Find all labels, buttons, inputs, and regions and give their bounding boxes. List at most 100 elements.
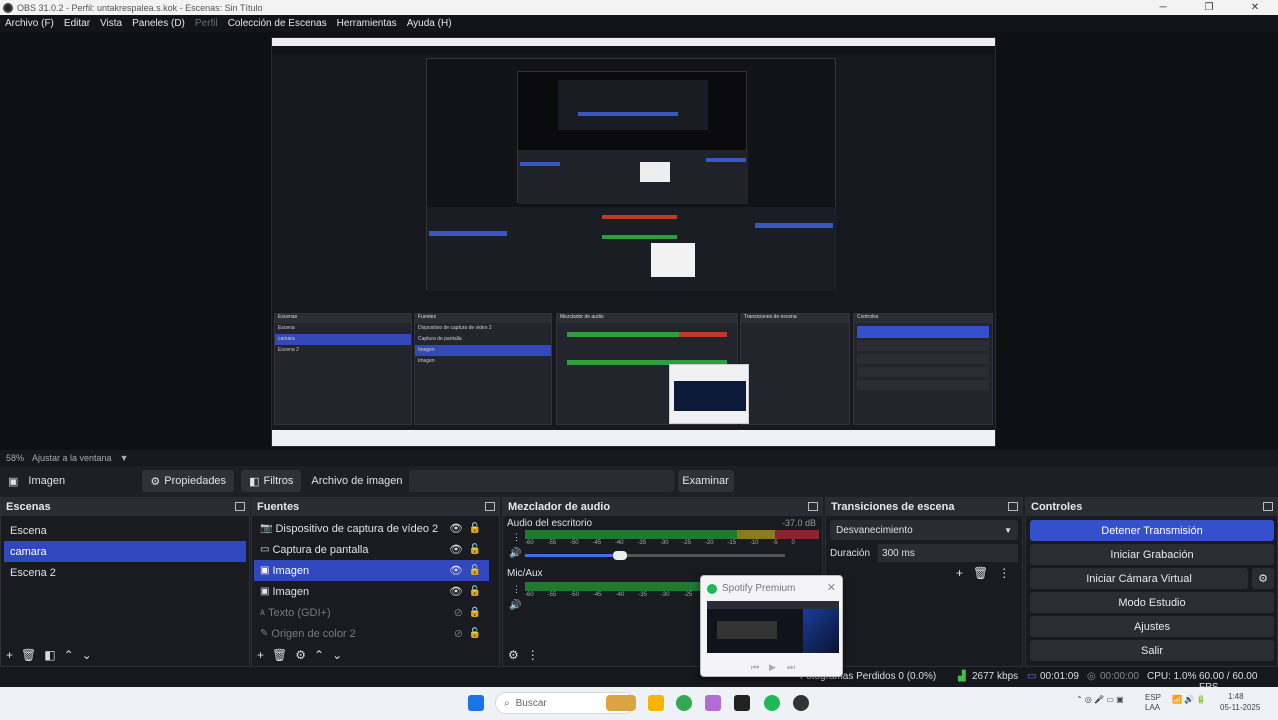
sources-dock: Fuentes 📷 Dispositivo de captura de víde…	[251, 497, 500, 667]
lock-open-icon[interactable]: 🔓	[469, 544, 481, 555]
settings-button[interactable]: Ajustes	[1030, 616, 1274, 637]
transition-select[interactable]: Desvanecimiento ▼	[830, 520, 1018, 540]
studio-mode-button[interactable]: Modo Estudio	[1030, 592, 1274, 613]
add-icon[interactable]: +	[257, 648, 264, 662]
tray-icons[interactable]: ⌃ ◎ 🎤 ▭ ▣	[1076, 695, 1124, 704]
duration-field[interactable]: 300 ms	[878, 544, 1018, 562]
trash-icon[interactable]: 🗑	[973, 566, 988, 580]
up-icon[interactable]: ⌃	[64, 648, 74, 662]
menu-herramientas[interactable]: Herramientas	[332, 18, 402, 29]
zoom-mode[interactable]: Ajustar a la ventana	[32, 453, 112, 463]
up-icon[interactable]: ⌃	[314, 648, 324, 662]
lock-open-icon[interactable]: 🔓	[469, 565, 481, 576]
play-icon[interactable]: ▶	[769, 662, 776, 673]
app-icon[interactable]	[705, 695, 721, 711]
float-icon[interactable]	[1008, 502, 1018, 511]
filters-button[interactable]: ◧ Filtros	[241, 470, 302, 492]
source-label: Captura de pantalla	[272, 543, 369, 556]
source-item[interactable]: ▣ Imagen 👁 🔓	[254, 560, 489, 581]
sources-title: Fuentes	[257, 501, 300, 513]
volume-slider[interactable]	[525, 551, 785, 560]
minimize-button[interactable]: ─	[1140, 0, 1186, 15]
start-recording-button[interactable]: Iniciar Grabación	[1030, 544, 1274, 565]
scene-item[interactable]: camara	[4, 541, 246, 562]
window-title: OBS 31.0.2 - Perfil: untakrespalea.s.kok…	[17, 2, 263, 13]
float-icon[interactable]	[485, 502, 495, 511]
float-icon[interactable]	[808, 502, 818, 511]
lock-open-icon[interactable]: 🔓	[469, 586, 481, 597]
obs-icon[interactable]	[793, 695, 809, 711]
stop-stream-button[interactable]: Detener Transmisión	[1030, 520, 1274, 541]
spotify-icon[interactable]	[764, 695, 780, 711]
gear-icon[interactable]: ⚙	[295, 648, 306, 662]
properties-button[interactable]: ⚙ Propiedades	[142, 470, 235, 492]
close-icon[interactable]: ✕	[827, 581, 836, 594]
spotify-preview-popup[interactable]: Spotify Premium ✕ ⏮ ▶ ⏭	[700, 575, 843, 677]
widget-icon[interactable]	[606, 695, 636, 711]
eye-off-icon[interactable]: ⊘	[454, 627, 463, 640]
menu-ayuda[interactable]: Ayuda (H)	[402, 18, 457, 29]
speaker-icon[interactable]: 🔊	[509, 548, 521, 559]
nested-menu-bar	[272, 46, 995, 54]
menu-vista[interactable]: Vista	[95, 18, 127, 29]
gear-icon[interactable]: ⚙	[508, 648, 519, 662]
menu-perfil[interactable]: Perfil	[190, 18, 223, 29]
kebab-icon[interactable]: ⋮	[512, 584, 521, 595]
terminal-icon[interactable]	[734, 695, 750, 711]
trash-icon[interactable]: 🗑	[272, 648, 287, 662]
menu-archivo[interactable]: Archivo (F)	[0, 18, 59, 29]
meter-ticks: -60-55-50-45-40-35-30-25-20	[525, 592, 715, 598]
kebab-icon[interactable]: ⋮	[998, 566, 1010, 580]
clock-time[interactable]: 1:48	[1228, 692, 1244, 701]
source-item[interactable]: 📷 Dispositivo de captura de vídeo 2 👁 🔓	[254, 518, 489, 539]
virtual-camera-button[interactable]: Iniciar Cámara Virtual	[1030, 568, 1248, 589]
add-icon[interactable]: +	[956, 566, 963, 580]
eye-icon[interactable]: 👁	[449, 522, 463, 535]
lock-icon[interactable]: 🔒	[469, 607, 481, 618]
lock-open-icon[interactable]: 🔓	[469, 628, 481, 639]
image-file-field[interactable]	[408, 470, 674, 492]
menu-editar[interactable]: Editar	[59, 18, 95, 29]
add-icon[interactable]: +	[6, 648, 13, 662]
source-item[interactable]: ▣ Imagen 👁 🔓	[254, 581, 489, 602]
eye-off-icon[interactable]: ⊘	[454, 606, 463, 619]
float-icon[interactable]	[235, 502, 245, 511]
speaker-icon[interactable]: 🔊	[509, 600, 521, 611]
exit-button[interactable]: Salir	[1030, 640, 1274, 661]
chevron-down-icon[interactable]: ▼	[120, 453, 129, 463]
browse-button[interactable]: Examinar	[677, 470, 734, 492]
maximize-button[interactable]: ❐	[1186, 0, 1232, 15]
source-item[interactable]: ▭ Captura de pantalla 👁 🔓	[254, 539, 489, 560]
clock-date[interactable]: 05-11-2025	[1220, 703, 1260, 712]
previous-icon[interactable]: ⏮	[751, 662, 759, 673]
down-icon[interactable]: ⌄	[332, 648, 342, 662]
scene-item[interactable]: Escena 2	[4, 562, 246, 583]
menu-paneles[interactable]: Paneles (D)	[127, 18, 190, 29]
lock-open-icon[interactable]: 🔓	[469, 523, 481, 534]
chrome-icon[interactable]	[676, 695, 692, 711]
kebab-icon[interactable]: ⋮	[527, 648, 539, 662]
kebab-icon[interactable]: ⋮	[512, 532, 521, 543]
source-item[interactable]: ᴀ Texto (GDI+) ⊘ 🔒	[254, 602, 489, 623]
windows-start-icon[interactable]	[468, 695, 484, 711]
next-icon[interactable]: ⏭	[787, 662, 795, 673]
source-item[interactable]: ✎ Origen de color 2 ⊘ 🔓	[254, 623, 489, 644]
menu-coleccion[interactable]: Colección de Escenas	[223, 18, 332, 29]
source-label: Dispositivo de captura de vídeo 2	[275, 522, 439, 535]
down-icon[interactable]: ⌄	[82, 648, 92, 662]
eye-icon[interactable]: 👁	[449, 564, 463, 577]
float-icon[interactable]	[1263, 502, 1273, 511]
close-button[interactable]: ✕	[1232, 0, 1278, 15]
language-indicator[interactable]: ESP	[1145, 693, 1161, 702]
eye-icon[interactable]: 👁	[449, 585, 463, 598]
preview-area[interactable]: Escenas Escena camara Escena 2 Fuentes D…	[0, 32, 1278, 450]
folder-icon[interactable]	[648, 695, 664, 711]
scene-item[interactable]: Escena	[4, 520, 246, 541]
eye-icon[interactable]: 👁	[449, 543, 463, 556]
gear-icon[interactable]: ⚙	[1252, 568, 1274, 589]
program-preview[interactable]: Escenas Escena camara Escena 2 Fuentes D…	[271, 37, 996, 447]
network-icon[interactable]: 📶 🔊 🔋	[1172, 695, 1206, 704]
filter-icon[interactable]: ◧	[44, 648, 55, 662]
trash-icon[interactable]: 🗑	[21, 648, 36, 662]
spotify-icon	[707, 584, 717, 594]
